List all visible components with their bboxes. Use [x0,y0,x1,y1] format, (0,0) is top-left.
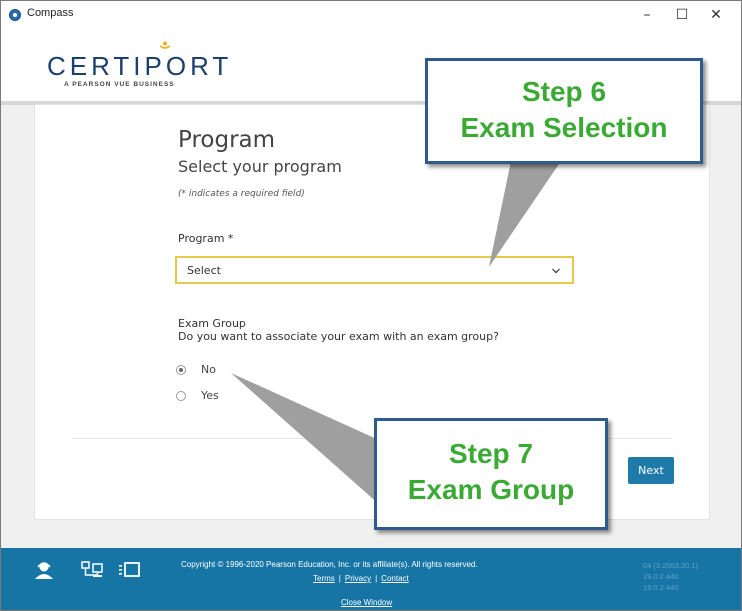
step7-pointer [231,373,381,506]
step6-subtitle: Exam Selection [460,112,668,143]
step7-title: Step 7 [448,438,534,469]
step6-title: Step 6 [521,76,607,107]
step7-callout: Step 7 Exam Group [374,418,608,530]
step7-subtitle: Exam Group [407,474,575,505]
step6-pointer [489,161,561,267]
app-window: Compass – ☐ ✕ CERTIPORT A PEARSON VUE BU… [0,0,742,611]
step6-callout: Step 6 Exam Selection [425,58,703,164]
